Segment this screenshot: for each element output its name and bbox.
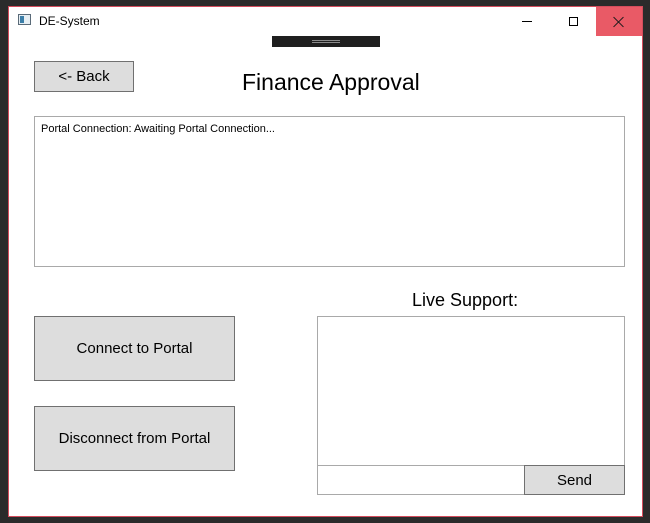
page-title: Finance Approval [242,69,420,95]
live-support-label: Live Support: [412,290,519,310]
grip-icon [312,40,340,43]
title-bar[interactable]: DE-System [9,7,642,36]
back-button[interactable]: <- Back [34,61,134,92]
maximize-icon [568,17,578,26]
app-window: DE-System <- Back Finance Approval Porta… [8,6,643,517]
chat-message-input[interactable] [317,465,525,495]
status-log[interactable]: Portal Connection: Awaiting Portal Conne… [34,116,625,267]
live-support-chat-log[interactable] [317,316,625,466]
disconnect-from-portal-button[interactable]: Disconnect from Portal [34,406,235,471]
connect-to-portal-button[interactable]: Connect to Portal [34,316,235,381]
app-icon [18,14,31,25]
maximize-button[interactable] [550,7,596,36]
minimize-button[interactable] [504,7,550,36]
minimize-icon [522,21,532,22]
drag-handle[interactable] [272,36,380,47]
send-button[interactable]: Send [524,465,625,495]
window-title: DE-System [39,14,100,28]
close-button[interactable] [596,7,642,36]
close-icon [613,16,625,28]
status-log-text: Portal Connection: Awaiting Portal Conne… [41,123,275,135]
